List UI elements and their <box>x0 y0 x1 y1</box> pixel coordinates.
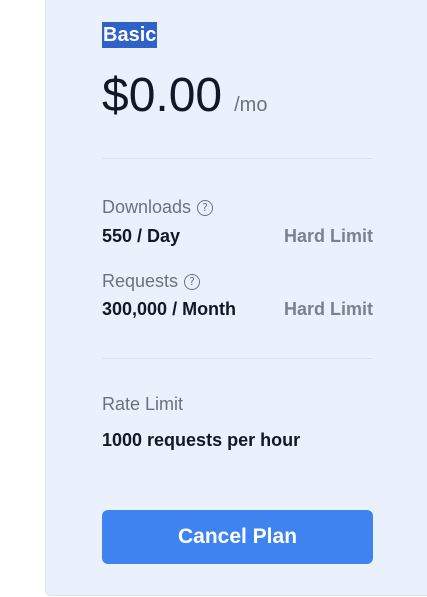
downloads-label: Downloads <box>102 197 192 217</box>
requests-value-row: 300,000 / Month Hard Limit <box>102 299 373 320</box>
divider <box>102 358 373 359</box>
help-circle-icon[interactable]: ? <box>184 273 201 290</box>
downloads-value: 550 / Day <box>102 226 181 246</box>
price-row: $0.00 /mo <box>102 66 267 126</box>
divider <box>102 158 373 159</box>
downloads-limit-type: Hard Limit <box>283 226 373 246</box>
downloads-value-row: 550 / Day Hard Limit <box>102 226 373 247</box>
page: Basic $0.00 /mo Downloads ? 550 / Day Ha… <box>0 0 427 597</box>
plan-name: Basic <box>102 22 158 48</box>
requests-label: Requests <box>102 271 179 291</box>
downloads-label-row: Downloads ? <box>102 197 214 218</box>
requests-value: 300,000 / Month <box>102 299 237 319</box>
rate-limit-value: 1000 requests per hour <box>102 430 301 450</box>
help-circle-icon[interactable]: ? <box>197 199 214 216</box>
requests-label-row: Requests ? <box>102 271 201 292</box>
rate-limit-label: Rate Limit <box>102 394 184 414</box>
cancel-plan-button[interactable]: Cancel Plan <box>102 510 373 564</box>
plan-period: /mo <box>234 94 268 116</box>
plan-price: $0.00 <box>102 69 223 122</box>
requests-limit-type: Hard Limit <box>283 299 373 319</box>
